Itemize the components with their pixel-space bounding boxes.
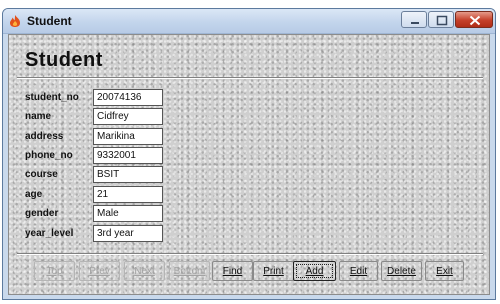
student-no-field[interactable] xyxy=(93,89,163,106)
label-age: age xyxy=(25,189,43,200)
label-name: name xyxy=(25,111,52,122)
delete-button[interactable]: Delete xyxy=(381,261,422,281)
name-field[interactable] xyxy=(93,108,163,125)
minimize-button[interactable] xyxy=(401,11,427,28)
find-button[interactable]: Find xyxy=(212,261,253,281)
next-button[interactable]: Next xyxy=(124,261,165,281)
course-field[interactable] xyxy=(93,166,163,183)
window-title: Student xyxy=(27,14,72,28)
label-student-no: student_no xyxy=(25,92,79,103)
form-title: Student xyxy=(25,49,103,71)
label-gender: gender xyxy=(25,208,59,219)
student-window: Student Student student_no name address … xyxy=(2,8,496,300)
age-field[interactable] xyxy=(93,186,163,203)
edit-button[interactable]: Edit xyxy=(339,261,378,281)
maximize-button[interactable] xyxy=(428,11,454,28)
form-area: Student student_no name address phone_no… xyxy=(8,34,490,295)
year-level-field[interactable] xyxy=(93,225,163,242)
divider xyxy=(17,253,483,255)
prev-button[interactable]: Prev xyxy=(79,261,120,281)
label-year-level: year_level xyxy=(25,228,74,239)
close-button[interactable] xyxy=(455,11,493,28)
divider xyxy=(17,77,483,79)
bottom-button[interactable]: Bottom xyxy=(169,261,210,281)
address-field[interactable] xyxy=(93,128,163,145)
minimize-icon xyxy=(411,22,419,24)
top-button[interactable]: Top xyxy=(34,261,75,281)
exit-button[interactable]: Exit xyxy=(425,261,464,281)
gender-field[interactable] xyxy=(93,205,163,222)
phone-no-field[interactable] xyxy=(93,147,163,164)
label-phone-no: phone_no xyxy=(25,150,73,161)
flame-icon[interactable] xyxy=(8,14,22,28)
print-button[interactable]: Print xyxy=(253,261,294,281)
title-bar[interactable]: Student xyxy=(3,9,495,34)
close-icon xyxy=(469,15,481,26)
add-button[interactable]: Add xyxy=(293,261,336,281)
maximize-icon xyxy=(436,15,448,26)
label-address: address xyxy=(25,131,64,142)
label-course: course xyxy=(25,169,58,180)
